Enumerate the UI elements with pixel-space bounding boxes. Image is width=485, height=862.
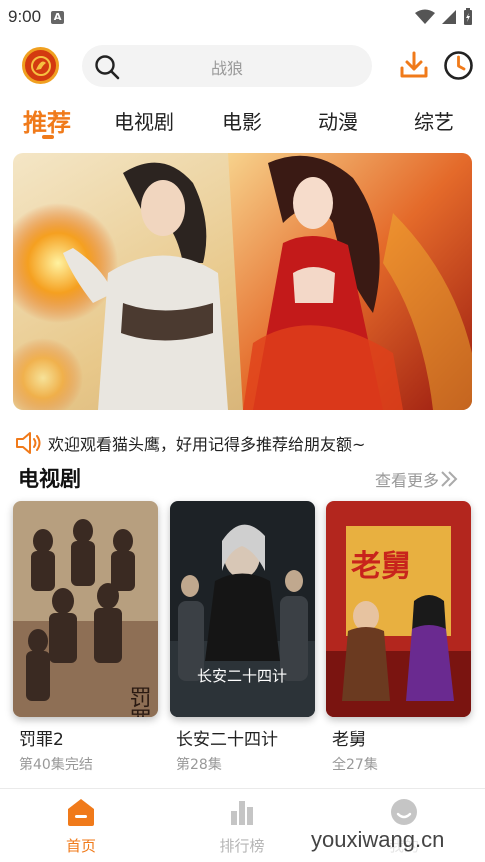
- wifi-icon: [415, 9, 435, 24]
- profile-icon: [391, 799, 417, 825]
- poster-title: 罚罪: [126, 686, 151, 717]
- card-title: 长安二十四计: [176, 730, 278, 750]
- nav-home-label: 首页: [65, 837, 96, 855]
- status-icons: [415, 8, 473, 26]
- battery-icon: [464, 8, 472, 25]
- nav-home[interactable]: 首页: [41, 797, 121, 856]
- poster-title: 长安二十四计: [197, 667, 287, 685]
- nav-ranking-label: 排行榜: [219, 837, 265, 855]
- poster-image: 长安二十四计: [170, 501, 315, 717]
- see-more-link[interactable]: 查看更多: [375, 467, 459, 491]
- search-placeholder: 战狼: [210, 59, 243, 78]
- tab-movies[interactable]: 电影: [222, 106, 262, 135]
- card-title: 老舅: [332, 730, 366, 750]
- tab-anime[interactable]: 动漫: [318, 106, 358, 135]
- ranking-icon: [231, 801, 253, 825]
- poster-title: 老舅: [351, 549, 411, 584]
- download-icon[interactable]: [399, 50, 429, 80]
- card-episode-status: 第28集: [176, 757, 222, 773]
- tab-variety[interactable]: 综艺: [414, 106, 454, 135]
- notice-text: 欢迎观看猫头鹰，好用记得多推荐给朋友额~: [48, 435, 366, 454]
- tab-tv-series[interactable]: 电视剧: [114, 106, 174, 135]
- category-tabs: 推荐 电视剧 电影 动漫 综艺: [0, 100, 485, 144]
- notification-icon: A: [51, 10, 65, 24]
- poster: 老舅: [326, 501, 471, 717]
- home-icon: [68, 799, 94, 826]
- double-chevron-right-icon: [441, 471, 458, 487]
- notice-bar: 欢迎观看猫头鹰，好用记得多推荐给朋友额~: [14, 428, 474, 458]
- tab-recommend[interactable]: 推荐: [23, 103, 71, 138]
- nav-ranking[interactable]: 排行榜: [202, 797, 282, 856]
- owl-logo-icon: [30, 55, 51, 76]
- history-icon[interactable]: [443, 50, 474, 81]
- video-card[interactable]: 罚罪 罚罪2 第40集完结: [13, 501, 158, 774]
- card-episode-status: 第40集完结: [19, 757, 93, 773]
- card-episode-status: 全27集: [332, 757, 378, 773]
- card-title: 罚罪2: [19, 730, 64, 750]
- status-time: 9:00: [8, 7, 42, 26]
- poster: 罚罪: [13, 501, 158, 717]
- video-card[interactable]: 老舅 老舅 全27集: [326, 501, 471, 774]
- status-bar: 9:00 A: [0, 0, 485, 34]
- app-logo[interactable]: [22, 47, 59, 84]
- poster: 长安二十四计: [170, 501, 315, 717]
- signal-icon: [442, 10, 456, 24]
- video-card[interactable]: 长安二十四计 长安二十四计 第28集: [170, 501, 315, 774]
- see-more-label: 查看更多: [375, 471, 440, 490]
- banner-image: [13, 153, 472, 410]
- watermark: youxiwang.cn: [311, 827, 445, 853]
- tab-indicator: [42, 135, 54, 139]
- top-header: 战狼: [0, 42, 485, 92]
- poster-image: 老舅: [326, 501, 471, 717]
- poster-image: 罚罪: [13, 501, 158, 717]
- search-bar[interactable]: 战狼: [82, 45, 372, 87]
- featured-banner[interactable]: [13, 153, 472, 410]
- section-title: 电视剧: [18, 467, 81, 491]
- speaker-icon: [16, 432, 41, 454]
